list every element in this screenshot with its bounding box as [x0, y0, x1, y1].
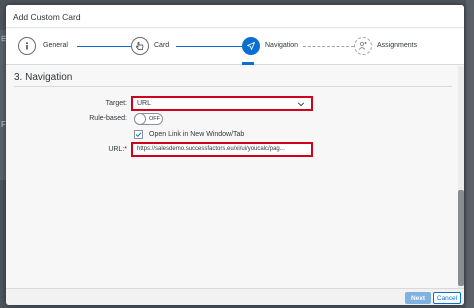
dialog-header: Add Custom Card — [6, 5, 464, 28]
card-icon — [136, 42, 144, 50]
navigation-form: 3. Navigation Target: URL Rule-based: OF… — [6, 66, 458, 288]
url-label: URL:* — [66, 146, 127, 153]
step-navigation-label: Navigation — [265, 42, 299, 49]
background-right-edge — [466, 0, 474, 308]
target-select[interactable]: URL — [131, 96, 313, 111]
chevron-down-icon — [297, 102, 305, 107]
switch-state-text: OFF — [149, 116, 160, 122]
open-new-window-checkbox[interactable] — [134, 130, 143, 139]
navigation-arrow-icon — [247, 42, 255, 50]
url-input[interactable]: https://salesdemo.successfactors.eu/xi/u… — [131, 142, 313, 157]
step-card[interactable] — [131, 37, 149, 55]
target-select-value: URL — [137, 100, 152, 107]
rule-based-switch[interactable]: OFF — [134, 113, 163, 125]
step-connector — [176, 46, 242, 47]
required-marker: * — [124, 146, 127, 153]
dialog-title: Add Custom Card — [13, 12, 81, 22]
dialog-footer: Next Cancel — [6, 288, 464, 305]
wizard-progress-bar: General Card Navigation Assignments — [6, 29, 464, 65]
rule-based-label: Rule-based: — [89, 115, 127, 122]
url-label-text: URL: — [108, 146, 125, 153]
active-step-indicator — [242, 62, 254, 65]
switch-knob — [134, 113, 146, 125]
step-navigation[interactable] — [242, 37, 260, 55]
step-card-label: Card — [154, 42, 170, 49]
add-custom-card-dialog: Add Custom Card General Card Navigation — [6, 5, 464, 305]
step-assignments-label: Assignments — [377, 42, 418, 49]
next-button[interactable]: Next — [405, 292, 431, 304]
info-icon — [26, 42, 28, 50]
assignment-icon — [358, 41, 367, 50]
target-label: Target: — [105, 100, 127, 107]
scrollbar-thumb[interactable] — [458, 190, 464, 286]
step-general-label: General — [43, 42, 68, 49]
step-connector-pending — [303, 46, 354, 47]
section-title: 3. Navigation — [14, 72, 73, 83]
step-connector — [77, 46, 131, 47]
step-general[interactable] — [18, 37, 36, 55]
cancel-button[interactable]: Cancel — [433, 292, 461, 304]
section-divider — [14, 86, 452, 87]
open-new-window-label: Open Link in New Window/Tab — [149, 131, 245, 138]
step-assignments[interactable] — [354, 37, 372, 55]
checkmark-icon — [135, 132, 142, 138]
